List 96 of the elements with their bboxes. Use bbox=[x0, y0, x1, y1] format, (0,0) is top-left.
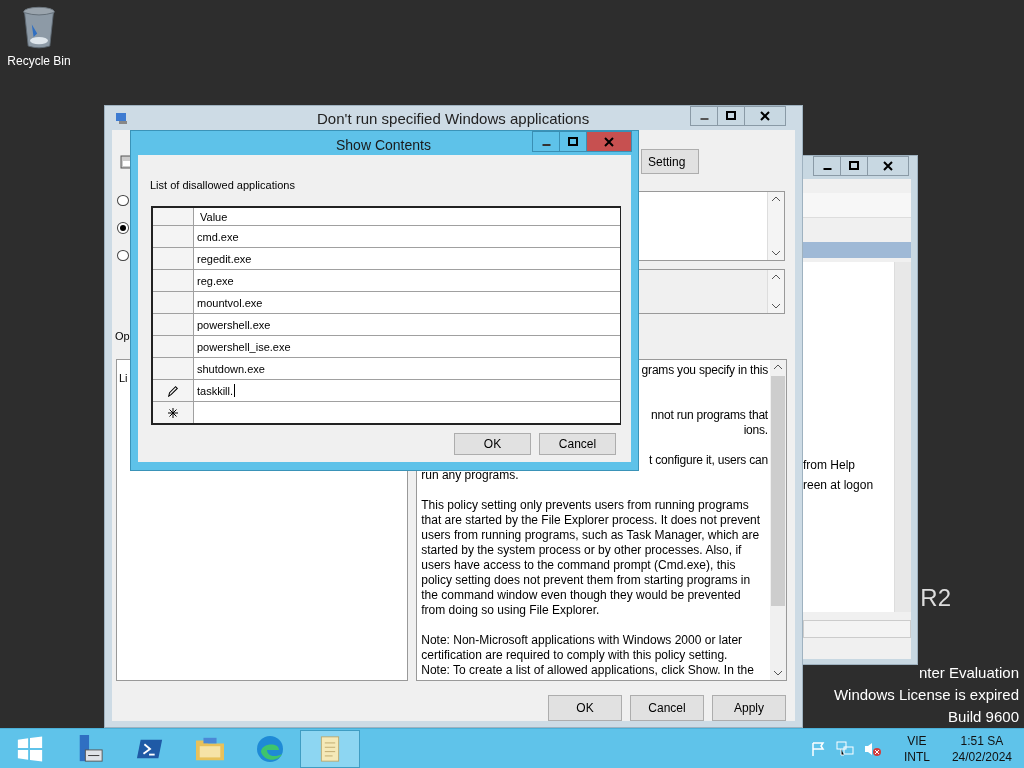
dialog-button[interactable]: OK bbox=[548, 695, 622, 721]
options-label: Op bbox=[115, 330, 131, 344]
vertical-scrollbar[interactable] bbox=[894, 262, 911, 612]
license-notice: Windows License is expired bbox=[833, 685, 1019, 705]
scroll-up-icon[interactable] bbox=[771, 196, 781, 202]
value-cell[interactable]: cmd.exe bbox=[194, 226, 620, 247]
maximize-icon bbox=[568, 136, 578, 147]
row-header-cell[interactable] bbox=[153, 336, 194, 357]
close-icon bbox=[760, 111, 770, 121]
help-text-line: the command window even though they would be prevented bbox=[421, 588, 742, 603]
help-text-line: ions. bbox=[743, 423, 769, 438]
scroll-down-icon[interactable] bbox=[771, 303, 781, 310]
radio-button[interactable] bbox=[117, 249, 129, 261]
help-text-line: users from running programs, such as Task Manager, which are bbox=[421, 528, 761, 543]
text-caret bbox=[234, 384, 236, 397]
help-text-line: run any programs. bbox=[421, 468, 520, 483]
help-text-line: Note: Non-Microsoft applications with Windows 2000 or later bbox=[421, 633, 744, 648]
close-icon bbox=[604, 136, 614, 147]
value-cell[interactable]: powershell_ise.exe bbox=[194, 336, 620, 357]
notes-taskbar-button[interactable] bbox=[300, 729, 360, 768]
row-header-cell[interactable] bbox=[153, 402, 194, 423]
help-text-line: policy setting does not prevent them from starting programs in bbox=[421, 573, 752, 588]
help-text-line: This policy setting only prevents users from running programs bbox=[421, 498, 750, 513]
horizontal-scrollbar[interactable] bbox=[803, 620, 911, 638]
close-button[interactable] bbox=[586, 131, 632, 152]
dialog-title: Show Contents bbox=[336, 137, 431, 153]
help-text-line: grams you specify in this bbox=[641, 363, 769, 378]
help-text-line: nnot run programs that bbox=[651, 408, 769, 423]
maximize-icon bbox=[726, 111, 736, 121]
os-edition-text: R2 bbox=[920, 583, 951, 613]
row-header-cell[interactable] bbox=[153, 226, 194, 247]
value-cell[interactable]: regedit.exe bbox=[194, 248, 620, 269]
minimize-button[interactable] bbox=[813, 156, 841, 176]
close-icon bbox=[883, 161, 893, 171]
value-cell[interactable]: shutdown.exe bbox=[194, 358, 620, 379]
row-header-cell[interactable] bbox=[153, 358, 194, 379]
desktop-icon-label[interactable]: Recycle Bin bbox=[7, 54, 71, 68]
dialog-button[interactable]: OK bbox=[454, 433, 531, 455]
dialog-button[interactable]: Cancel bbox=[630, 695, 704, 721]
minimize-icon bbox=[541, 143, 551, 146]
policy-icon bbox=[115, 111, 129, 125]
radio-button[interactable] bbox=[117, 195, 129, 207]
maximize-button[interactable] bbox=[559, 131, 587, 152]
maximize-button[interactable] bbox=[717, 106, 745, 126]
clock-date[interactable]: 24/02/2024 bbox=[951, 748, 1012, 765]
vertical-scrollbar[interactable] bbox=[767, 270, 784, 314]
dialog-button[interactable]: Apply bbox=[712, 695, 786, 721]
row-header-cell[interactable] bbox=[153, 248, 194, 269]
value-cell[interactable]: powershell.exe bbox=[194, 314, 620, 335]
network-icon[interactable] bbox=[835, 740, 854, 757]
value-cell[interactable]: reg.exe bbox=[194, 270, 620, 291]
row-header-cell[interactable] bbox=[153, 314, 194, 335]
window-title: Don't run specified Windows applications bbox=[317, 110, 590, 127]
maximize-button[interactable] bbox=[840, 156, 868, 176]
vertical-scrollbar[interactable] bbox=[767, 192, 784, 260]
vertical-scrollbar[interactable] bbox=[770, 360, 786, 680]
windows-logo-icon bbox=[16, 734, 44, 763]
clock-time[interactable]: 1:51 SA bbox=[960, 732, 1004, 749]
browser-icon bbox=[255, 733, 285, 764]
maximize-icon bbox=[849, 161, 859, 171]
minimize-button[interactable] bbox=[532, 131, 560, 152]
list-item[interactable]: reen at logon bbox=[803, 478, 894, 493]
input-language[interactable]: INTL bbox=[903, 748, 930, 765]
scroll-up-icon[interactable] bbox=[773, 364, 783, 370]
options-text: Li bbox=[119, 372, 128, 384]
help-text-line: Note: To create a list of allowed applications, click Show. In the bbox=[421, 663, 755, 678]
minimize-icon bbox=[822, 168, 832, 170]
list-label: List of disallowed applications bbox=[150, 179, 296, 191]
minimize-icon bbox=[699, 118, 709, 120]
help-text-line: that are started by the File Explorer process. It does not prevent bbox=[421, 513, 762, 528]
build-number: Build 9600 bbox=[948, 707, 1019, 727]
list-item[interactable]: from Help bbox=[803, 458, 894, 473]
scroll-up-icon[interactable] bbox=[771, 274, 781, 280]
column-header[interactable]: Value bbox=[194, 208, 620, 225]
help-text-line: users have access to the command prompt (Cmd.exe), this bbox=[421, 558, 737, 573]
next-setting-button[interactable]: Setting bbox=[641, 149, 699, 174]
os-edition-text: nter Evaluation bbox=[918, 663, 1019, 683]
comment-field[interactable] bbox=[636, 191, 785, 261]
row-header-cell[interactable] bbox=[153, 270, 194, 291]
value-cell[interactable]: taskkill. bbox=[194, 380, 620, 401]
row-header-cell[interactable] bbox=[153, 292, 194, 313]
speaker-icon[interactable] bbox=[863, 740, 882, 757]
help-text-line: t configure it, users can bbox=[648, 453, 769, 468]
radio-button[interactable] bbox=[117, 222, 129, 234]
scroll-down-icon[interactable] bbox=[773, 670, 783, 676]
close-button[interactable] bbox=[867, 156, 909, 176]
scroll-down-icon[interactable] bbox=[771, 250, 781, 256]
recycle-bin-icon[interactable] bbox=[21, 6, 57, 50]
help-text-line: from doing so using File Explorer. bbox=[421, 603, 601, 618]
value-cell[interactable]: mountvol.exe bbox=[194, 292, 620, 313]
close-button[interactable] bbox=[744, 106, 786, 126]
input-language[interactable]: VIE bbox=[907, 732, 927, 749]
dialog-button[interactable]: Cancel bbox=[539, 433, 616, 455]
help-text-line: started by the system process or by other processes. Also, if bbox=[421, 543, 743, 558]
help-text-line: certification are required to comply with this policy setting. bbox=[421, 648, 729, 663]
row-header-cell[interactable] bbox=[153, 380, 194, 401]
